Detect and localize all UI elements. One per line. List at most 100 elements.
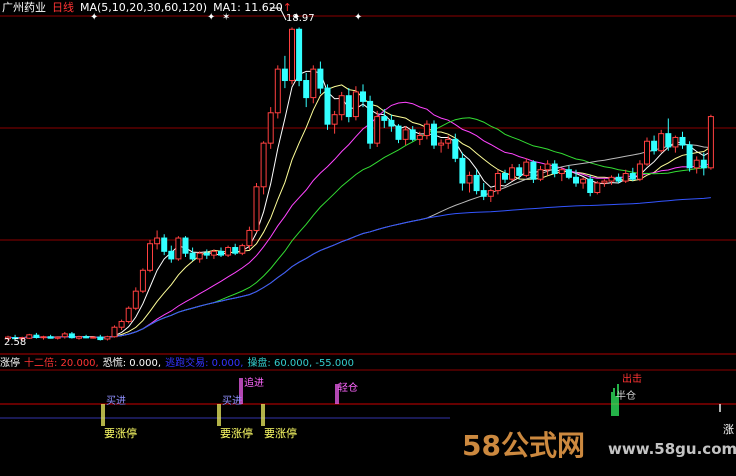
- watermark-logo: 58公式网: [462, 429, 585, 462]
- candle-body: [679, 136, 686, 146]
- marker-icon: ✦: [90, 12, 99, 23]
- candle-body: [317, 68, 324, 89]
- ma60-line: [7, 143, 711, 339]
- period-label: 日线: [52, 1, 74, 14]
- candle-body: [111, 326, 118, 338]
- candle-body: [97, 336, 104, 341]
- candle-body: [90, 336, 97, 339]
- candle-body: [281, 68, 288, 82]
- candle-body: [253, 186, 260, 231]
- candle-body: [154, 237, 161, 245]
- candle-body: [644, 140, 650, 165]
- candle-body: [672, 136, 679, 148]
- candle-body: [622, 173, 629, 182]
- candle-body: [345, 95, 352, 118]
- indicator-item: 逃跑交易: 0.000,: [165, 358, 244, 369]
- candle-body: [658, 133, 665, 152]
- candle-body: [225, 247, 232, 256]
- candle-body: [551, 163, 558, 175]
- candle-body: [310, 68, 317, 99]
- candle-body: [218, 250, 224, 256]
- signal-label: 买进: [106, 396, 126, 407]
- watermark-url: www.58gu.com: [608, 440, 736, 458]
- candle-body: [76, 336, 82, 339]
- candle-body: [118, 321, 125, 328]
- signal-label: 要涨停: [220, 427, 253, 440]
- candle-body: [516, 167, 523, 176]
- candle-body: [537, 169, 544, 180]
- candle-body: [530, 161, 537, 180]
- candle-body: [544, 163, 551, 171]
- candle-body: [381, 116, 388, 121]
- indicator-item: 涨停: [0, 358, 20, 369]
- signal-label: 要涨停: [104, 427, 137, 440]
- candle-body: [580, 178, 587, 184]
- candle-body: [502, 173, 508, 180]
- candle-body: [303, 80, 310, 99]
- candle-body: [132, 290, 139, 309]
- candle-body: [139, 269, 146, 292]
- candle-body: [416, 135, 423, 140]
- candle-body: [33, 334, 40, 338]
- candle-body: [246, 229, 253, 247]
- candle-body: [388, 119, 395, 127]
- candle-body: [324, 87, 331, 125]
- low-price-label: 2.58: [4, 337, 27, 348]
- candle-body: [494, 173, 501, 192]
- candle-body: [438, 142, 445, 146]
- candle-body: [331, 114, 338, 125]
- candle-body: [360, 91, 366, 102]
- ma30-line: [7, 117, 712, 339]
- candle-body: [573, 176, 579, 184]
- candle-body: [558, 169, 565, 175]
- candle-body: [260, 142, 267, 188]
- candle-body: [147, 243, 153, 271]
- signal-label: 出击: [622, 374, 642, 385]
- corner-mark: 涨: [723, 423, 734, 436]
- candle-body: [374, 116, 381, 144]
- stock-name: 广州药业: [2, 1, 46, 14]
- candle-body: [83, 336, 90, 339]
- peak-price-label: 18.97: [286, 13, 315, 24]
- candle-body: [615, 176, 622, 182]
- candle-body: [608, 176, 615, 182]
- candle-body: [296, 28, 303, 82]
- candle-body: [338, 95, 345, 116]
- candle-body: [594, 182, 601, 193]
- signal-label: 轻仓: [338, 383, 358, 394]
- candle-body: [693, 159, 700, 169]
- candle-body: [423, 123, 430, 137]
- marker-icon: ✦: [354, 12, 363, 23]
- candle-body: [61, 333, 68, 338]
- signal-label: 要涨停: [264, 427, 297, 440]
- candle-body: [232, 247, 239, 254]
- candle-body: [274, 68, 281, 114]
- indicator-bar: 涨停 十二倍: 20.000, 恐慌: 0.000, 逃跑交易: 0.000, 操盘: …: [0, 357, 358, 370]
- chart-header: 广州药业 日线 MA(5,10,20,30,60,120) MA1: 11.620↑: [2, 0, 298, 16]
- chart-window: 广州药业 日线 MA(5,10,20,30,60,120) MA1: 11.620↑ …: [0, 0, 736, 476]
- indicator-item: 恐慌: 0.000,: [102, 358, 162, 369]
- candle-body: [267, 112, 274, 144]
- candle-body: [161, 237, 168, 252]
- candle-body: [473, 174, 480, 192]
- candle-body: [395, 125, 402, 140]
- candle-body: [239, 245, 246, 254]
- candle-body: [629, 173, 636, 180]
- candle-body: [487, 190, 494, 197]
- candle-body: [707, 116, 714, 169]
- candle-body: [210, 250, 217, 256]
- candle-body: [26, 334, 33, 339]
- candle-body: [104, 336, 111, 340]
- candle-body: [47, 336, 54, 339]
- candle-body: [452, 138, 459, 159]
- candle-body: [203, 252, 210, 256]
- candle-body: [431, 123, 437, 146]
- indicator-item: 十二倍: 20.000,: [24, 358, 99, 369]
- indicator-item: 操盘: 60.000, -55.000: [247, 358, 354, 369]
- candle-body: [565, 169, 572, 178]
- candle-body: [289, 28, 295, 82]
- candle-body: [54, 336, 61, 339]
- candle-body: [409, 129, 416, 140]
- candle-body: [402, 129, 409, 140]
- ma20-line: [7, 101, 712, 339]
